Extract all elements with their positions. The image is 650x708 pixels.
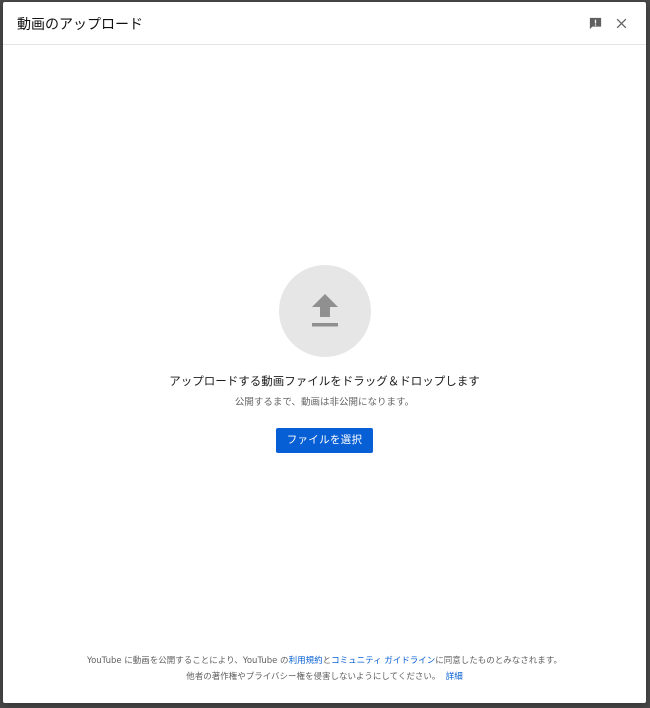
upload-dialog: 動画のアップロード アップロードする動画ファイルをドラッグ＆ドロップします 公開… xyxy=(3,2,646,703)
dialog-title: 動画のアップロード xyxy=(17,17,143,33)
footer-text-1: YouTube に動画を公開することにより、YouTube の xyxy=(87,656,289,666)
footer-line-2: 他者の著作権やプライバシー権を侵害しないようにしてください。 詳細 xyxy=(3,669,646,685)
footer-text-2: と xyxy=(322,656,332,666)
footer: YouTube に動画を公開することにより、YouTube の利用規約とコミュニ… xyxy=(3,653,646,685)
community-guidelines-link[interactable]: コミュニティ ガイドライン xyxy=(331,656,435,666)
footer-line-1: YouTube に動画を公開することにより、YouTube の利用規約とコミュニ… xyxy=(3,653,646,669)
select-files-button[interactable]: ファイルを選択 xyxy=(275,428,374,453)
dialog-header: 動画のアップロード xyxy=(3,2,646,45)
upload-area[interactable]: アップロードする動画ファイルをドラッグ＆ドロップします 公開するまで、動画は非公… xyxy=(3,265,646,453)
private-note: 公開するまで、動画は非公開になります。 xyxy=(234,397,415,408)
close-icon[interactable] xyxy=(612,14,630,32)
footer-text-3: に同意したものとみなされます。 xyxy=(435,656,562,666)
terms-link[interactable]: 利用規約 xyxy=(289,656,323,666)
drag-drop-text: アップロードする動画ファイルをドラッグ＆ドロップします xyxy=(169,374,480,388)
feedback-icon[interactable] xyxy=(586,14,604,32)
upload-arrow-icon xyxy=(311,294,338,327)
details-link[interactable]: 詳細 xyxy=(446,672,463,682)
upload-circle[interactable] xyxy=(278,265,371,357)
footer-text-4: 他者の著作権やプライバシー権を侵害しないようにしてください。 xyxy=(186,672,441,682)
